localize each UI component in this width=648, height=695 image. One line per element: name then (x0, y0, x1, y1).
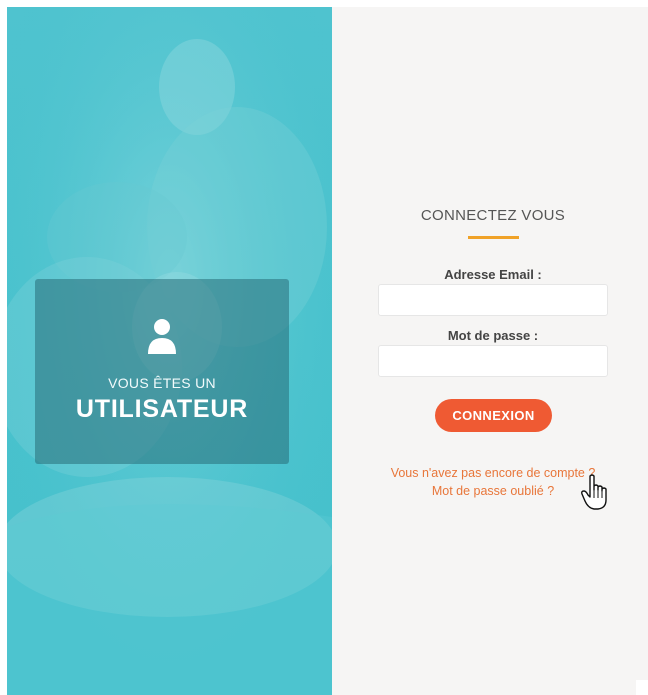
user-card-title: UTILISATEUR (75, 395, 249, 423)
login-title: CONNECTEZ VOUS (420, 207, 566, 224)
password-label: Mot de passe : (447, 328, 539, 343)
email-field[interactable] (378, 284, 608, 316)
user-card-subtitle: VOUS ÊTES UN (108, 375, 216, 391)
login-panel: CONNECTEZ VOUS Adresse Email : Mot de pa… (332, 7, 648, 695)
user-icon (148, 319, 176, 354)
connexion-button[interactable]: CONNEXION (435, 399, 552, 432)
corner-square (636, 680, 648, 695)
email-label: Adresse Email : (444, 267, 542, 282)
title-underline (468, 236, 519, 239)
user-type-card[interactable]: VOUS ÊTES UN UTILISATEUR (35, 279, 289, 464)
hero-panel: VOUS ÊTES UN UTILISATEUR (7, 7, 332, 695)
pointer-hand-icon (581, 474, 607, 510)
password-field[interactable] (378, 345, 608, 377)
